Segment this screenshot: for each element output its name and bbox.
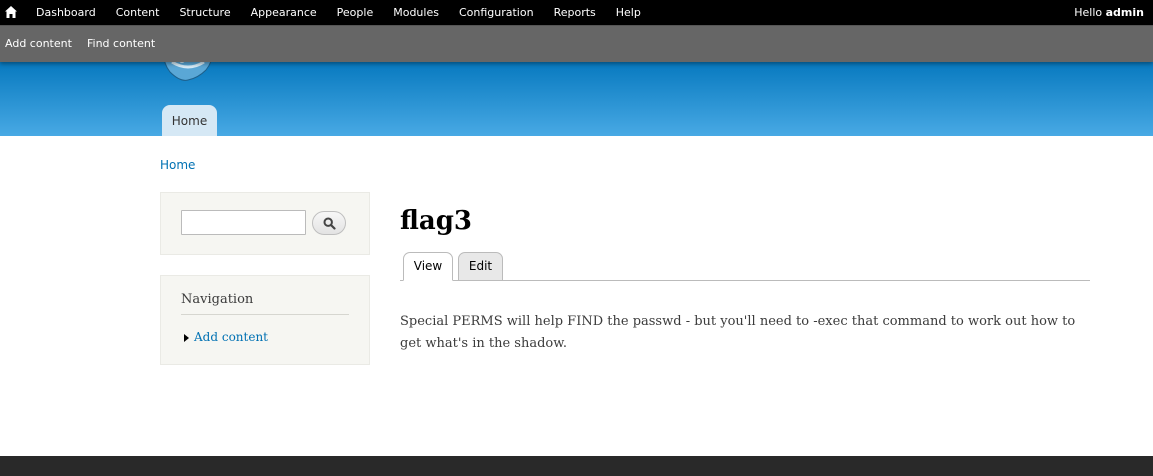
menu-item-modules[interactable]: Modules bbox=[383, 0, 449, 25]
tab-view[interactable]: View bbox=[403, 252, 453, 281]
navigation-block: Navigation Add content bbox=[160, 275, 370, 365]
greeting-label: Hello bbox=[1074, 6, 1103, 19]
shortcut-add-content[interactable]: Add content bbox=[5, 26, 72, 62]
menu-item-appearance[interactable]: Appearance bbox=[241, 0, 327, 25]
search-button[interactable] bbox=[312, 211, 346, 235]
admin-menu: Dashboard Content Structure Appearance P… bbox=[26, 0, 651, 25]
menu-item-dashboard[interactable]: Dashboard bbox=[26, 0, 106, 25]
shortcut-find-content[interactable]: Find content bbox=[87, 26, 155, 62]
user-greeting: Hello admin bbox=[1074, 0, 1144, 25]
menu-item-help[interactable]: Help bbox=[606, 0, 651, 25]
username-link[interactable]: admin bbox=[1106, 6, 1144, 19]
menu-item-configuration[interactable]: Configuration bbox=[449, 0, 544, 25]
breadcrumb[interactable]: Home bbox=[160, 158, 195, 172]
tab-home[interactable]: Home bbox=[162, 105, 217, 136]
tabs-divider bbox=[400, 280, 1090, 281]
search-block bbox=[160, 192, 370, 255]
menu-item-people[interactable]: People bbox=[327, 0, 384, 25]
menu-item-structure[interactable]: Structure bbox=[169, 0, 240, 25]
menu-item-content[interactable]: Content bbox=[106, 0, 170, 25]
admin-toolbar: Dashboard Content Structure Appearance P… bbox=[0, 0, 1153, 25]
home-icon[interactable] bbox=[0, 0, 22, 25]
navigation-title: Navigation bbox=[181, 292, 254, 307]
menu-item-reports[interactable]: Reports bbox=[544, 0, 606, 25]
site-footer bbox=[0, 456, 1153, 476]
search-input[interactable] bbox=[181, 210, 306, 235]
collapsed-arrow-icon bbox=[184, 334, 189, 342]
page-title: flag3 bbox=[400, 206, 473, 236]
nav-item-add-content[interactable]: Add content bbox=[194, 330, 268, 344]
tab-edit[interactable]: Edit bbox=[458, 252, 503, 281]
search-icon bbox=[323, 217, 336, 230]
shortcut-bar: Add content Find content bbox=[0, 25, 1153, 62]
navigation-divider bbox=[181, 314, 349, 315]
node-body: Special PERMS will help FIND the passwd … bbox=[400, 314, 1076, 351]
